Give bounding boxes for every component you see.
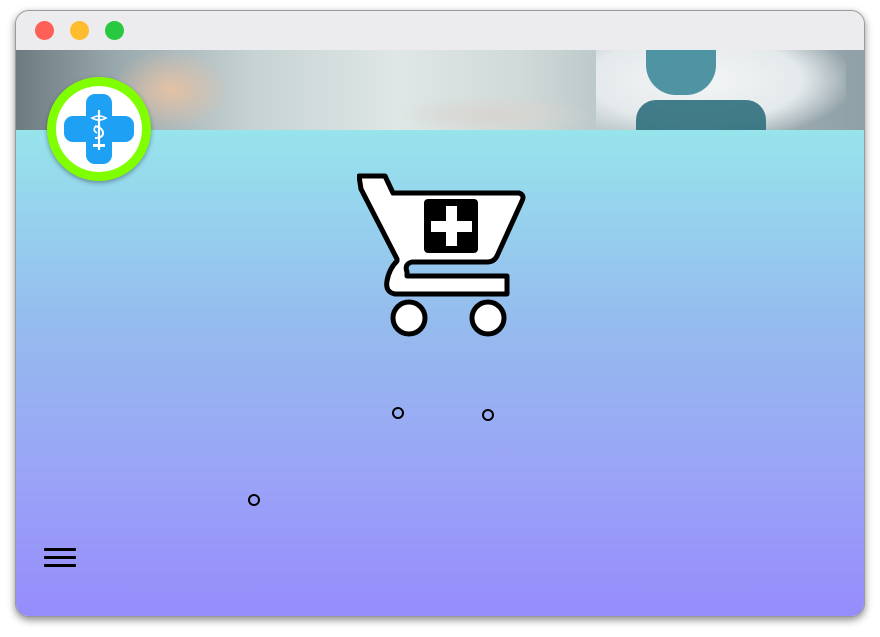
medical-cart-icon[interactable] (357, 171, 527, 341)
title-bar (16, 11, 864, 50)
decorative-dot (392, 407, 404, 419)
hamburger-menu-icon[interactable] (44, 548, 76, 570)
decorative-dot (482, 409, 494, 421)
pharmacy-logo[interactable] (47, 77, 151, 181)
maximize-window-button[interactable] (105, 21, 124, 40)
minimize-window-button[interactable] (70, 21, 89, 40)
medical-cross-caduceus-icon (64, 94, 134, 164)
decorative-dot (248, 494, 260, 506)
browser-window (15, 10, 865, 617)
close-window-button[interactable] (35, 21, 54, 40)
